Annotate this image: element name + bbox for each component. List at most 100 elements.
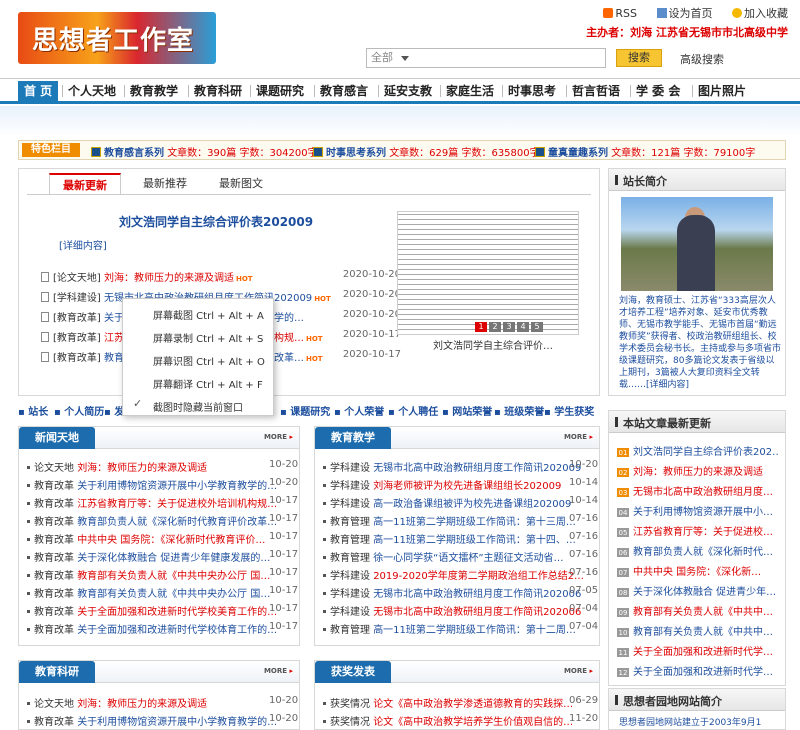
- list-item[interactable]: 教育改革 教育部负责人就《深化新时代教育评价改革… 10-17: [27, 513, 298, 528]
- list-item[interactable]: 论文天地 刘海：教师压力的来源及调适 10-20: [27, 695, 298, 710]
- list-item[interactable]: 01 刘文浩同学自主综合评价表202…: [617, 443, 779, 457]
- quick-link[interactable]: ▪ 网站荣誉: [442, 403, 492, 418]
- tab-latest[interactable]: 最新更新: [49, 173, 121, 195]
- list-item[interactable]: 教育管理 高一11班第二学期班级工作简讯：第十三周… 07-16: [323, 513, 598, 528]
- list-item[interactable]: 05 江苏省教育厅等：关于促进校…: [617, 523, 779, 537]
- quick-link[interactable]: ▪ 课题研究: [280, 403, 330, 418]
- list-item[interactable]: [论文天地] 刘海：教师压力的来源及调适 HOT 2020-10-20: [41, 269, 401, 284]
- list-item[interactable]: 教育改革 关于深化体教融合 促进青少年健康发展的… 10-17: [27, 549, 298, 564]
- list-item[interactable]: 教育改革 教育部有关负责人就《中共中央办公厅 国… 10-17: [27, 567, 298, 582]
- list-item[interactable]: 教育管理 徐一心同学获“语文擂杯”主题征文活动省… 07-16: [323, 549, 598, 564]
- site-intro-text[interactable]: 思想者园地网站建立于2003年9月1: [619, 715, 761, 728]
- list-item[interactable]: 学科建设 无锡市北高中政治教研组月度工作简讯202006 07-04: [323, 603, 598, 618]
- list-item[interactable]: 10 教育部有关负责人就《中共中…: [617, 623, 779, 637]
- search-button[interactable]: 搜索: [616, 49, 662, 67]
- nav-topics[interactable]: 课题研究: [256, 81, 304, 101]
- featured-item[interactable]: 教育感言系列 文章数：390篇 字数：304200字: [91, 144, 318, 159]
- nav-home[interactable]: 首 页: [18, 81, 59, 101]
- more-link[interactable]: MORE: [564, 433, 593, 441]
- list-item[interactable]: 教育改革 中共中央 国务院：《深化新时代教育评价… 10-17: [27, 531, 298, 546]
- advanced-search-link[interactable]: 高级搜索: [680, 51, 724, 67]
- nav-separator: [124, 85, 125, 97]
- list-item[interactable]: 12 关于全面加强和改进新时代学…: [617, 663, 779, 677]
- list-item[interactable]: 学科建设 无锡市北高中政治教研组月度工作简讯202009 10-20: [323, 459, 598, 474]
- list-item[interactable]: 获奖情况 论文《高中政治教学培养学生价值观自信的… 11-20: [323, 713, 598, 728]
- menu-item-screenshot[interactable]: 屏幕截图 Ctrl + Alt + A: [153, 307, 264, 322]
- list-item[interactable]: 11 关于全面加强和改进新时代学…: [617, 643, 779, 657]
- nav-photos[interactable]: 图片照片: [698, 81, 746, 101]
- tab-recommended[interactable]: 最新推荐: [129, 173, 201, 195]
- more-link[interactable]: MORE: [264, 433, 293, 441]
- list-item[interactable]: 教育改革 关于全面加强和改进新时代学校美育工作的… 10-17: [27, 603, 298, 618]
- nav-family[interactable]: 家庭生活: [446, 81, 494, 101]
- webmaster-intro-text[interactable]: 刘海，教育硕士、江苏省“333高层次人才培养工程”培养对象、延安市优秀教师、无锡…: [619, 295, 781, 391]
- list-item[interactable]: 论文天地 刘海：教师压力的来源及调适 10-20: [27, 459, 298, 474]
- quick-link[interactable]: ▪ 个人简历: [54, 403, 104, 418]
- thumbnail-image[interactable]: [397, 211, 579, 335]
- list-item[interactable]: 07 中共中央 国务院：《深化新…: [617, 563, 779, 577]
- headline-link[interactable]: 刘文浩同学自主综合评价表202009: [119, 213, 313, 230]
- quick-link[interactable]: ▪ 班级荣誉: [494, 403, 544, 418]
- list-item[interactable]: 教育管理 高一11班第二学期班级工作简讯：第十四、… 07-16: [323, 531, 598, 546]
- quick-link[interactable]: ▪ 个人聘任: [388, 403, 438, 418]
- list-item[interactable]: 学科建设 2019-2020学年度第二学期政治组工作总结2… 07-16: [323, 567, 598, 582]
- nav-teaching[interactable]: 教育教学: [130, 81, 178, 101]
- menu-item-recognize[interactable]: 屏幕识图 Ctrl + Alt + O: [153, 353, 265, 368]
- list-item[interactable]: 学科建设 高一政治备课组被评为校先进备课组202009 10-14: [323, 495, 598, 510]
- sidebar-title: 本站文章最新更新: [623, 417, 711, 430]
- nav-current-affairs[interactable]: 时事思考: [508, 81, 556, 101]
- menu-item-hide-window[interactable]: 截图时隐藏当前窗口: [153, 399, 243, 414]
- list-item[interactable]: 教育改革 教育部有关负责人就《中共中央办公厅 国… 10-17: [27, 585, 298, 600]
- quick-link[interactable]: ▪ 站长: [18, 403, 48, 418]
- rss-link[interactable]: RSS: [595, 7, 637, 20]
- list-item[interactable]: 03 无锡市北高中政治教研组月度…: [617, 483, 779, 497]
- more-link[interactable]: MORE: [264, 667, 293, 675]
- set-home-link[interactable]: 设为首页: [649, 7, 713, 20]
- thumbnail-caption[interactable]: 刘文浩同学自主综合评价…: [433, 337, 553, 352]
- list-item[interactable]: 教育改革 关于全面加强和改进新时代学校体育工作的… 10-17: [27, 621, 298, 636]
- webmaster-photo[interactable]: [621, 197, 773, 291]
- nav-separator: [502, 85, 503, 97]
- slide-indicator[interactable]: 4: [517, 322, 529, 332]
- slide-indicator[interactable]: 5: [531, 322, 543, 332]
- sidebar-header: 站长简介: [609, 169, 785, 191]
- site-logo[interactable]: 思想者工作室: [18, 12, 216, 64]
- list-item[interactable]: 教育改革 关于利用博物馆资源开展中小学教育教学的… 10-20: [27, 713, 298, 728]
- sidebar-header: 本站文章最新更新: [609, 411, 785, 433]
- featured-item[interactable]: 时事思考系列 文章数：629篇 字数：635800字: [313, 144, 540, 159]
- menu-item-record[interactable]: 屏幕录制 Ctrl + Alt + S: [153, 330, 263, 345]
- search-scope-select[interactable]: 全部: [366, 48, 606, 68]
- list-item[interactable]: 06 教育部负责人就《深化新时代…: [617, 543, 779, 557]
- quick-link[interactable]: ▪ 个人荣誉: [334, 403, 384, 418]
- menu-item-translate[interactable]: 屏幕翻译 Ctrl + Alt + F: [153, 376, 263, 391]
- detail-link[interactable]: [详细内容]: [59, 237, 107, 252]
- list-item[interactable]: 02 刘海：教师压力的来源及调适: [617, 463, 779, 477]
- nav-committee[interactable]: 学 委 会: [636, 81, 680, 101]
- list-item[interactable]: 教育改革 江苏省教育厅等：关于促进校外培训机构规… 10-17: [27, 495, 298, 510]
- nav-yanan[interactable]: 延安支教: [384, 81, 432, 101]
- panel-title: 教育教学: [315, 427, 391, 449]
- nav-philosophy[interactable]: 哲言哲语: [572, 81, 620, 101]
- tab-latest-images[interactable]: 最新图文: [205, 173, 277, 195]
- list-item[interactable]: 学科建设 刘海老师被评为校先进备课组组长202009 10-14: [323, 477, 598, 492]
- slide-indicator[interactable]: 3: [503, 322, 515, 332]
- panel-title: 教育科研: [19, 661, 95, 683]
- slide-indicator[interactable]: 2: [489, 322, 501, 332]
- nav-research[interactable]: 教育科研: [194, 81, 242, 101]
- top-links: RSS 设为首页 加入收藏: [587, 5, 788, 21]
- list-item[interactable]: 教育改革 关于利用博物馆资源开展中小学教育教学的… 10-20: [27, 477, 298, 492]
- list-item[interactable]: 04 关于利用博物馆资源开展中小…: [617, 503, 779, 517]
- slide-indicator[interactable]: 1: [475, 322, 487, 332]
- list-item[interactable]: 08 关于深化体教融合 促进青少年…: [617, 583, 779, 597]
- quick-link[interactable]: ▪ 学生获奖: [544, 403, 594, 418]
- list-item[interactable]: 学科建设 无锡市北高中政治教研组月度工作简讯202006 07-05: [323, 585, 598, 600]
- more-link[interactable]: MORE: [564, 667, 593, 675]
- list-item[interactable]: 09 教育部有关负责人就《中共中…: [617, 603, 779, 617]
- nav-separator: [630, 85, 631, 97]
- nav-personal[interactable]: 个人天地: [68, 81, 116, 101]
- add-favorite-link[interactable]: 加入收藏: [724, 7, 788, 20]
- featured-item[interactable]: 童真童趣系列 文章数：121篇 字数：79100字: [535, 144, 755, 159]
- list-item[interactable]: 教育管理 高一11班第二学期班级工作简讯：第十二周… 07-04: [323, 621, 598, 636]
- list-item[interactable]: 获奖情况 论文《高中政治教学渗透道德教育的实践探… 06-29: [323, 695, 598, 710]
- nav-remarks[interactable]: 教育感言: [320, 81, 368, 101]
